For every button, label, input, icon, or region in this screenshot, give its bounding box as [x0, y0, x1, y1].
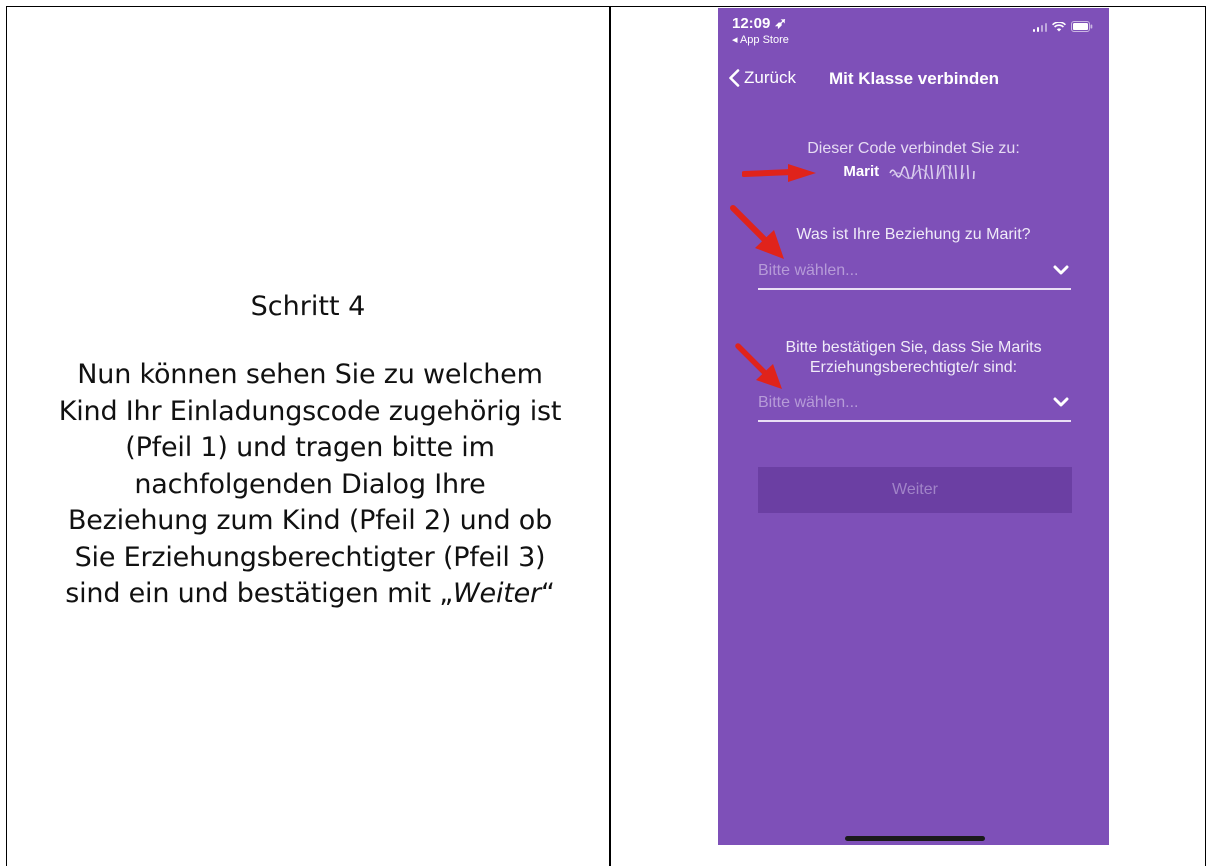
desc-line: Nun können sehen Sie zu welchem — [77, 359, 543, 390]
red-arrow-icon — [735, 343, 782, 389]
desc-line7-suffix: “ — [540, 578, 555, 609]
wifi-icon — [1052, 21, 1066, 32]
chevron-down-icon — [1053, 397, 1069, 407]
step-description: Nun können sehen Sie zu welchem Kind Ihr… — [15, 357, 605, 613]
relation-select-placeholder: Bitte wählen... — [758, 262, 859, 279]
redacted-surname-scribble — [888, 164, 975, 179]
instruction-cell: Schritt 4 Nun können sehen Sie zu welche… — [7, 7, 609, 866]
desc-line7-prefix: sind ein und bestätigen mit „ — [65, 578, 454, 609]
back-button[interactable]: Zurück — [728, 68, 796, 88]
signal-icon — [1032, 22, 1047, 32]
guardian-select[interactable]: Bitte wählen... — [758, 390, 1071, 422]
desc-line: nachfolgenden Dialog Ihre — [134, 468, 486, 500]
relation-select[interactable]: Bitte wählen... — [758, 258, 1071, 290]
weiter-emphasis: Weiter — [453, 578, 541, 609]
app-store-back-link[interactable]: ◂ App Store — [732, 33, 789, 46]
step-title: Schritt 4 — [250, 291, 366, 322]
desc-line: Kind Ihr Einladungscode zugehörig ist — [58, 395, 562, 427]
desc-line: sind ein und bestätigen mit „Weiter“ — [15, 576, 605, 613]
chevron-left-icon — [729, 69, 740, 87]
desc-line: Sie Erziehungsberechtigter (Pfeil 3) — [74, 541, 546, 573]
status-icons — [1032, 21, 1094, 32]
code-info-text: Dieser Code verbindet Sie zu: — [807, 140, 1020, 157]
back-button-label: Zurück — [744, 68, 796, 87]
home-indicator — [845, 836, 985, 841]
guardian-select-placeholder: Bitte wählen... — [758, 394, 859, 411]
red-arrow-icon — [730, 205, 784, 259]
child-name: Marit — [843, 163, 880, 180]
weiter-button[interactable]: Weiter — [758, 467, 1072, 513]
chevron-down-icon — [1053, 265, 1069, 275]
phone-screenshot: 12:09 ➶ ◂ App Store Zurück Mit Klasse ve… — [718, 8, 1109, 845]
nav-title: Mit Klasse verbinden — [829, 69, 1000, 88]
red-arrow-icon — [742, 164, 816, 182]
desc-line: Beziehung zum Kind (Pfeil 2) und ob — [67, 505, 553, 536]
status-time: 12:09 ➶ — [732, 15, 788, 32]
battery-icon — [1071, 21, 1093, 32]
desc-line: (Pfeil 1) und tragen bitte im — [125, 432, 495, 463]
column-divider — [609, 7, 611, 866]
